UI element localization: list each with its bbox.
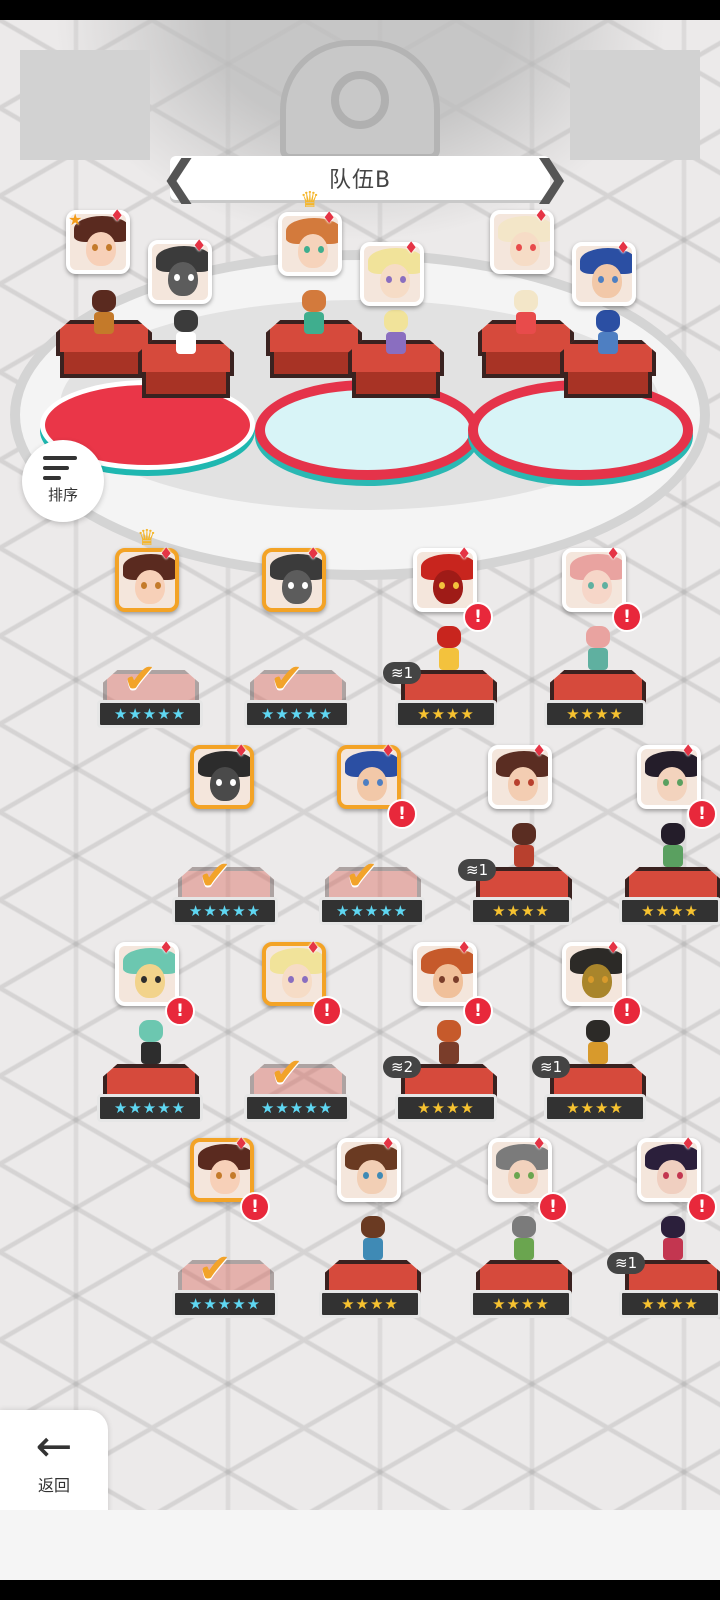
duplicate-icon: ≋ [391, 1058, 404, 1076]
duplicate-icon: ≋ [615, 1254, 628, 1272]
left-pillar [20, 50, 150, 160]
roster-card-7-sprite [504, 823, 544, 871]
roster-card-2-check-icon: ✔ [270, 656, 304, 702]
sort-button[interactable]: 排序 [22, 440, 104, 522]
roster-card-12-star-rating: ★★★★ [544, 1094, 646, 1122]
team-character-sprite [294, 290, 334, 338]
roster-card-6-star-rating: ★★★★★ [319, 897, 425, 925]
roster-card-13-check-icon: ✔ [198, 1246, 232, 1292]
roster-card-11-star-rating: ★★★★ [395, 1094, 497, 1122]
roster-card-16-portrait-suit-icon: ♦ [681, 1134, 696, 1153]
duplicate-count: 1 [403, 664, 414, 682]
roster-card-9-alert-icon: ! [165, 996, 195, 1026]
roster-card-13-alert-icon: ! [240, 1192, 270, 1222]
sort-icon [43, 454, 83, 484]
roster-card-8-star-rating: ★★★★ [619, 897, 720, 925]
roster-card-10-star-rating: ★★★★★ [244, 1094, 350, 1122]
roster-card-16-duplicate-badge: ≋1 [607, 1252, 646, 1274]
duplicate-icon: ≋ [391, 664, 404, 682]
roster-card-2-star-rating: ★★★★★ [244, 700, 350, 728]
bottom-bar [0, 1510, 720, 1580]
roster-card-4-star-rating: ★★★★ [544, 700, 646, 728]
roster-card-15-star-rating: ★★★★ [470, 1290, 572, 1318]
roster-card-12-portrait-suit-icon: ♦ [606, 938, 621, 957]
roster-card-13-star-rating: ★★★★★ [172, 1290, 278, 1318]
next-team-arrow-icon[interactable]: ❯ [532, 150, 571, 204]
team-title: 队伍B [328, 168, 392, 193]
roster-card-16-sprite [653, 1216, 693, 1264]
team-title-banner: 队伍B [170, 156, 550, 200]
team-member-portrait-suit-icon: ♦ [616, 238, 631, 257]
roster-card-1-star-rating: ★★★★★ [97, 700, 203, 728]
roster-card-6-alert-icon: ! [387, 799, 417, 829]
back-label: 返回 [37, 1476, 70, 1495]
roster-card-6-check-icon: ✔ [345, 853, 379, 899]
roster-card-7-star-rating: ★★★★ [470, 897, 572, 925]
throne-emblem [280, 40, 440, 160]
roster-card-11-duplicate-badge: ≋2 [383, 1056, 422, 1078]
roster-card-9-star-rating: ★★★★★ [97, 1094, 203, 1122]
roster-card-15-alert-icon: ! [538, 1192, 568, 1222]
team-character-sprite [588, 310, 628, 358]
roster-card-16-alert-icon: ! [687, 1192, 717, 1222]
roster-card-8-sprite [653, 823, 693, 871]
team-character-sprite [166, 310, 206, 358]
roster-card-8-portrait-suit-icon: ♦ [681, 741, 696, 760]
roster-card-3-duplicate-badge: ≋1 [383, 662, 422, 684]
team-character-sprite [506, 290, 546, 338]
team-member-portrait-suit-icon: ♦ [534, 206, 549, 225]
roster-card-5-star-rating: ★★★★★ [172, 897, 278, 925]
duplicate-count: 1 [627, 1254, 638, 1272]
roster-card-3-star-rating: ★★★★ [395, 700, 497, 728]
roster-card-14-star-rating: ★★★★ [319, 1290, 421, 1318]
duplicate-icon: ≋ [540, 1058, 553, 1076]
roster-card-7-duplicate-badge: ≋1 [458, 859, 497, 881]
duplicate-count: 1 [478, 861, 489, 879]
roster-card-12-alert-icon: ! [612, 996, 642, 1026]
roster-card-15-sprite [504, 1216, 544, 1264]
roster-card-8-alert-icon: ! [687, 799, 717, 829]
roster-card-10-alert-icon: ! [312, 996, 342, 1026]
roster-card-16-star-rating: ★★★★ [619, 1290, 720, 1318]
roster-card-12-sprite [578, 1020, 618, 1068]
roster-card-11-alert-icon: ! [463, 996, 493, 1026]
roster-card-3-sprite [429, 626, 469, 674]
duplicate-count: 2 [403, 1058, 414, 1076]
roster-card-3-alert-icon: ! [463, 602, 493, 632]
team-character-sprite [376, 310, 416, 358]
back-arrow-icon: ← [35, 1421, 73, 1472]
roster-card-10-check-icon: ✔ [270, 1050, 304, 1096]
sort-label: 排序 [47, 486, 78, 504]
roster-card-1-crown-icon: ♛ [137, 526, 157, 551]
back-button[interactable]: ← 返回 [0, 1410, 108, 1520]
roster-card-9-sprite [131, 1020, 171, 1068]
prev-team-arrow-icon[interactable]: ❮ [160, 150, 199, 204]
roster-card-4-alert-icon: ! [612, 602, 642, 632]
roster-card-12-duplicate-badge: ≋1 [532, 1056, 571, 1078]
duplicate-icon: ≋ [466, 861, 479, 879]
leader-star-icon: ★ [68, 210, 83, 229]
roster-card-14-sprite [353, 1216, 393, 1264]
roster-card-4-sprite [578, 626, 618, 674]
roster-card-5-check-icon: ✔ [198, 853, 232, 899]
right-pillar [570, 50, 700, 160]
leader-crown-icon: ♛ [300, 188, 320, 213]
game-screen: 队伍B ❮ ❯ 排序 ♦ ♦ ♦ ♦ ♦ ♦ ★ ♛ ♦ ♛ ✔ ★★★★★ ♦ ✔ ★★★★★ ♦! ≋1 ★★… [0, 20, 720, 1580]
roster-card-1-check-icon: ✔ [123, 656, 157, 702]
roster-card-11-sprite [429, 1020, 469, 1068]
team-character-sprite [84, 290, 124, 338]
roster-card-4-portrait-suit-icon: ♦ [606, 544, 621, 563]
duplicate-count: 1 [552, 1058, 563, 1076]
